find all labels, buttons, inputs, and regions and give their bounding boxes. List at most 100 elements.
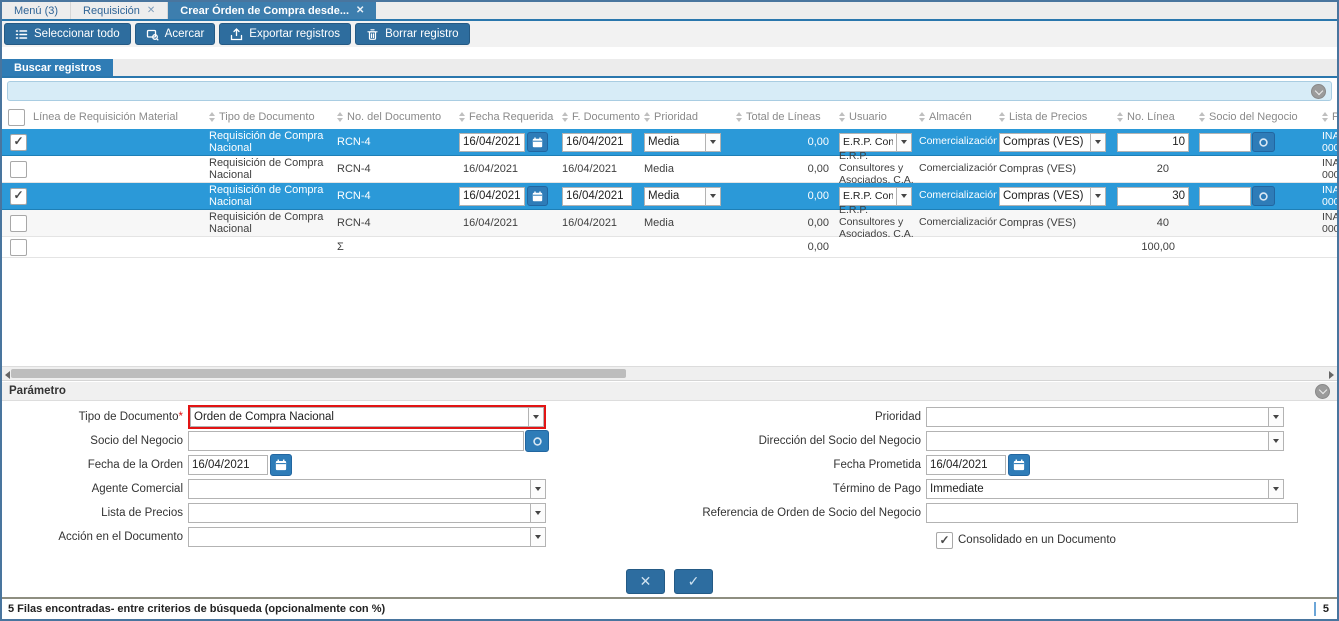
consolidado-checkbox[interactable]: ✓ [936, 532, 953, 549]
table-row[interactable]: Requisición de Compra Nacional RCN-4 16/… [2, 210, 1339, 237]
header-usuario[interactable]: Usuario [849, 111, 887, 123]
fecha-orden-input[interactable] [188, 455, 268, 475]
scroll-right-arrow-icon[interactable] [1329, 371, 1334, 379]
header-f-documento[interactable]: F. Documento [572, 111, 640, 123]
chevron-down-icon[interactable] [1090, 187, 1106, 206]
calendar-button[interactable] [270, 454, 292, 476]
chevron-down-icon[interactable] [530, 527, 546, 547]
record-search-button[interactable] [1252, 186, 1275, 206]
chevron-down-icon[interactable] [896, 187, 912, 206]
fecha-requerida-input[interactable] [459, 187, 525, 206]
search-collapse-button[interactable] [1311, 84, 1326, 99]
sort-icon[interactable] [1322, 112, 1328, 122]
termino-pago-combo[interactable] [926, 479, 1269, 499]
calendar-button[interactable] [527, 132, 548, 152]
chevron-down-icon[interactable] [1268, 407, 1284, 427]
sort-icon[interactable] [209, 112, 215, 122]
header-linea-requisicion[interactable]: Línea de Requisición Material [33, 111, 178, 123]
export-button[interactable]: Exportar registros [219, 23, 351, 45]
chevron-down-icon[interactable] [896, 133, 912, 152]
direccion-combo[interactable] [926, 431, 1269, 451]
row-checkbox[interactable]: ✓ [10, 188, 27, 205]
f-documento-input[interactable] [562, 133, 632, 152]
sort-icon[interactable] [1117, 112, 1123, 122]
socio-negocio-input[interactable] [1199, 187, 1251, 206]
prioridad-param-combo[interactable] [926, 407, 1269, 427]
delete-button[interactable]: Borrar registro [355, 23, 470, 45]
lista-precios-combo[interactable] [188, 503, 531, 523]
record-search-button[interactable] [1252, 132, 1275, 152]
socio-negocio-input[interactable] [1199, 133, 1251, 152]
header-lista-precios[interactable]: Lista de Precios [1009, 111, 1087, 123]
chevron-down-icon[interactable] [705, 133, 721, 152]
chevron-down-icon[interactable] [1090, 133, 1106, 152]
tipo-documento-combo[interactable] [190, 407, 529, 427]
row-checkbox[interactable] [10, 239, 27, 256]
agente-combo[interactable] [188, 479, 531, 499]
cancel-button[interactable]: ✕ [626, 569, 665, 594]
sort-icon[interactable] [919, 112, 925, 122]
table-row[interactable]: Requisición de Compra Nacional RCN-4 16/… [2, 156, 1339, 183]
calendar-button[interactable] [527, 186, 548, 206]
socio-input[interactable] [188, 431, 524, 451]
sort-icon[interactable] [459, 112, 465, 122]
panel-collapse-button[interactable] [1315, 384, 1330, 399]
ok-button[interactable]: ✓ [674, 569, 713, 594]
select-all-checkbox[interactable] [8, 109, 25, 126]
header-prioridad[interactable]: Prioridad [654, 111, 698, 123]
tab-requisicion[interactable]: Requisición✕ [71, 2, 168, 19]
header-tipo-documento[interactable]: Tipo de Documento [219, 111, 315, 123]
referencia-input[interactable] [926, 503, 1298, 523]
row-checkbox[interactable] [10, 215, 27, 232]
tab-buscar-registros[interactable]: Buscar registros [2, 59, 113, 76]
chevron-down-icon[interactable] [1268, 431, 1284, 451]
header-no-linea[interactable]: No. Línea [1127, 111, 1175, 123]
prioridad-combo[interactable] [644, 133, 706, 152]
sort-icon[interactable] [644, 112, 650, 122]
close-icon[interactable]: ✕ [147, 5, 155, 16]
search-input[interactable] [7, 81, 1332, 101]
row-checkbox[interactable]: ✓ [10, 134, 27, 151]
chevron-down-icon[interactable] [705, 187, 721, 206]
usuario-combo[interactable] [839, 187, 897, 206]
tab-menu[interactable]: Menú (3) [2, 2, 71, 19]
fecha-requerida-input[interactable] [459, 133, 525, 152]
row-checkbox[interactable] [10, 161, 27, 178]
chevron-down-icon[interactable] [528, 407, 544, 427]
zoom-button[interactable]: Acercar [135, 23, 216, 45]
lista-precios-combo[interactable] [999, 133, 1091, 152]
chevron-down-icon[interactable] [530, 479, 546, 499]
horizontal-scrollbar[interactable] [2, 366, 1337, 381]
sort-icon[interactable] [562, 112, 568, 122]
prioridad-combo[interactable] [644, 187, 706, 206]
sort-icon[interactable] [736, 112, 742, 122]
scroll-left-arrow-icon[interactable] [5, 371, 10, 379]
header-producto[interactable]: Prod [1332, 111, 1339, 123]
close-icon[interactable]: ✕ [356, 5, 364, 16]
f-documento-input[interactable] [562, 187, 632, 206]
calendar-button[interactable] [1008, 454, 1030, 476]
header-socio-negocio[interactable]: Socio del Negocio [1209, 111, 1298, 123]
header-no-documento[interactable]: No. del Documento [347, 111, 441, 123]
no-linea-input[interactable] [1117, 187, 1189, 206]
usuario-combo[interactable] [839, 133, 897, 152]
lista-precios-combo[interactable] [999, 187, 1091, 206]
scrollbar-thumb[interactable] [11, 369, 626, 378]
table-row[interactable]: ✓ Requisición de Compra Nacional RCN-4 0… [2, 129, 1339, 156]
sort-icon[interactable] [1199, 112, 1205, 122]
accion-combo[interactable] [188, 527, 531, 547]
chevron-down-icon[interactable] [1268, 479, 1284, 499]
tab-crear-orden[interactable]: Crear Órden de Compra desde...✕ [168, 2, 376, 19]
select-all-button[interactable]: Seleccionar todo [4, 23, 131, 45]
sort-icon[interactable] [839, 112, 845, 122]
header-total-lineas[interactable]: Total de Líneas [746, 111, 821, 123]
header-fecha-requerida[interactable]: Fecha Requerida [469, 111, 553, 123]
no-linea-input[interactable] [1117, 133, 1189, 152]
table-row[interactable]: ✓ Requisición de Compra Nacional RCN-4 0… [2, 183, 1339, 210]
header-almacen[interactable]: Almacén [929, 111, 972, 123]
fecha-prometida-input[interactable] [926, 455, 1006, 475]
sort-icon[interactable] [337, 112, 343, 122]
chevron-down-icon[interactable] [530, 503, 546, 523]
record-search-button[interactable] [525, 430, 549, 452]
sort-icon[interactable] [999, 112, 1005, 122]
